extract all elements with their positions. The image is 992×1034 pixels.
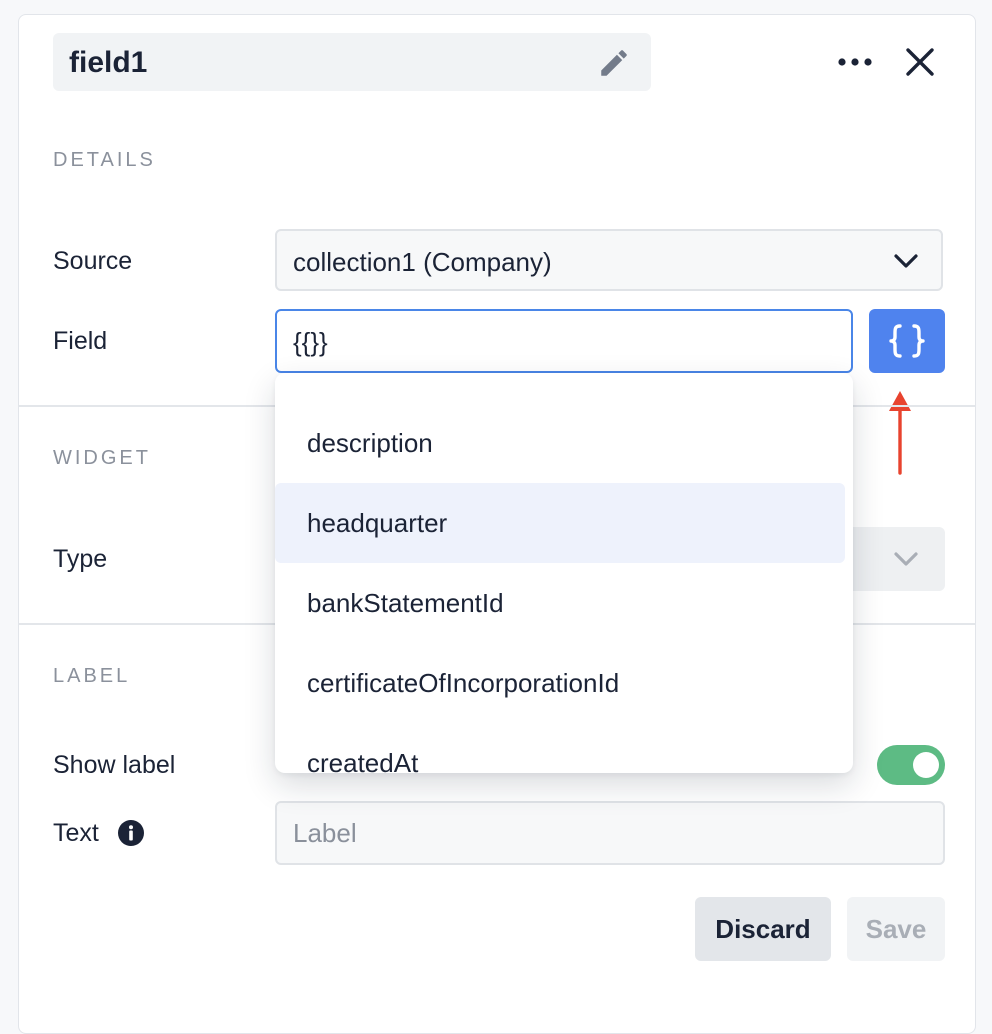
text-label: Text — [53, 819, 99, 847]
type-label: Type — [53, 545, 108, 573]
field-label: Field — [53, 327, 108, 355]
source-label: Source — [53, 247, 133, 275]
show-label-label: Show label — [53, 751, 176, 779]
field-name-title: field1 — [69, 46, 148, 79]
field-binding-value: {{}} — [293, 327, 328, 357]
binding-mode-button[interactable] — [869, 309, 945, 373]
more-horizontal-icon[interactable] — [833, 47, 877, 77]
chevron-down-icon — [894, 254, 918, 268]
suggestion-item[interactable]: description — [275, 403, 845, 483]
suggestion-item[interactable]: bankStatementId — [275, 563, 845, 643]
source-select[interactable]: collection1 (Company) — [275, 229, 943, 291]
suggestion-item-highlighted[interactable]: headquarter — [275, 483, 845, 563]
info-icon[interactable] — [117, 819, 145, 847]
field-settings-panel: field1 DETAILS Source collection1 (Compa… — [18, 14, 976, 1034]
label-text-input[interactable] — [275, 801, 945, 865]
toggle-knob — [913, 752, 939, 778]
suggestion-item[interactable]: certificateOfIncorporationId — [275, 643, 845, 723]
source-select-value: collection1 (Company) — [293, 247, 552, 277]
field-name-editor[interactable]: field1 — [53, 33, 651, 91]
curly-braces-icon — [889, 324, 925, 358]
details-section-title: DETAILS — [53, 149, 156, 171]
widget-type-select[interactable] — [839, 527, 945, 591]
field-binding-input[interactable]: {{}} — [275, 309, 853, 373]
chevron-down-icon — [894, 552, 918, 566]
save-button[interactable]: Save — [847, 897, 945, 961]
field-suggestions-dropdown: description headquarter bankStatementId … — [275, 373, 853, 773]
show-label-toggle[interactable] — [877, 745, 945, 785]
widget-section-title: WIDGET — [53, 447, 151, 469]
annotation-arrow-icon — [889, 391, 911, 475]
pencil-icon[interactable] — [597, 46, 631, 80]
close-icon[interactable] — [903, 45, 937, 79]
discard-button[interactable]: Discard — [695, 897, 831, 961]
suggestion-item[interactable]: createdAt — [275, 723, 845, 773]
label-section-title: LABEL — [53, 665, 131, 687]
